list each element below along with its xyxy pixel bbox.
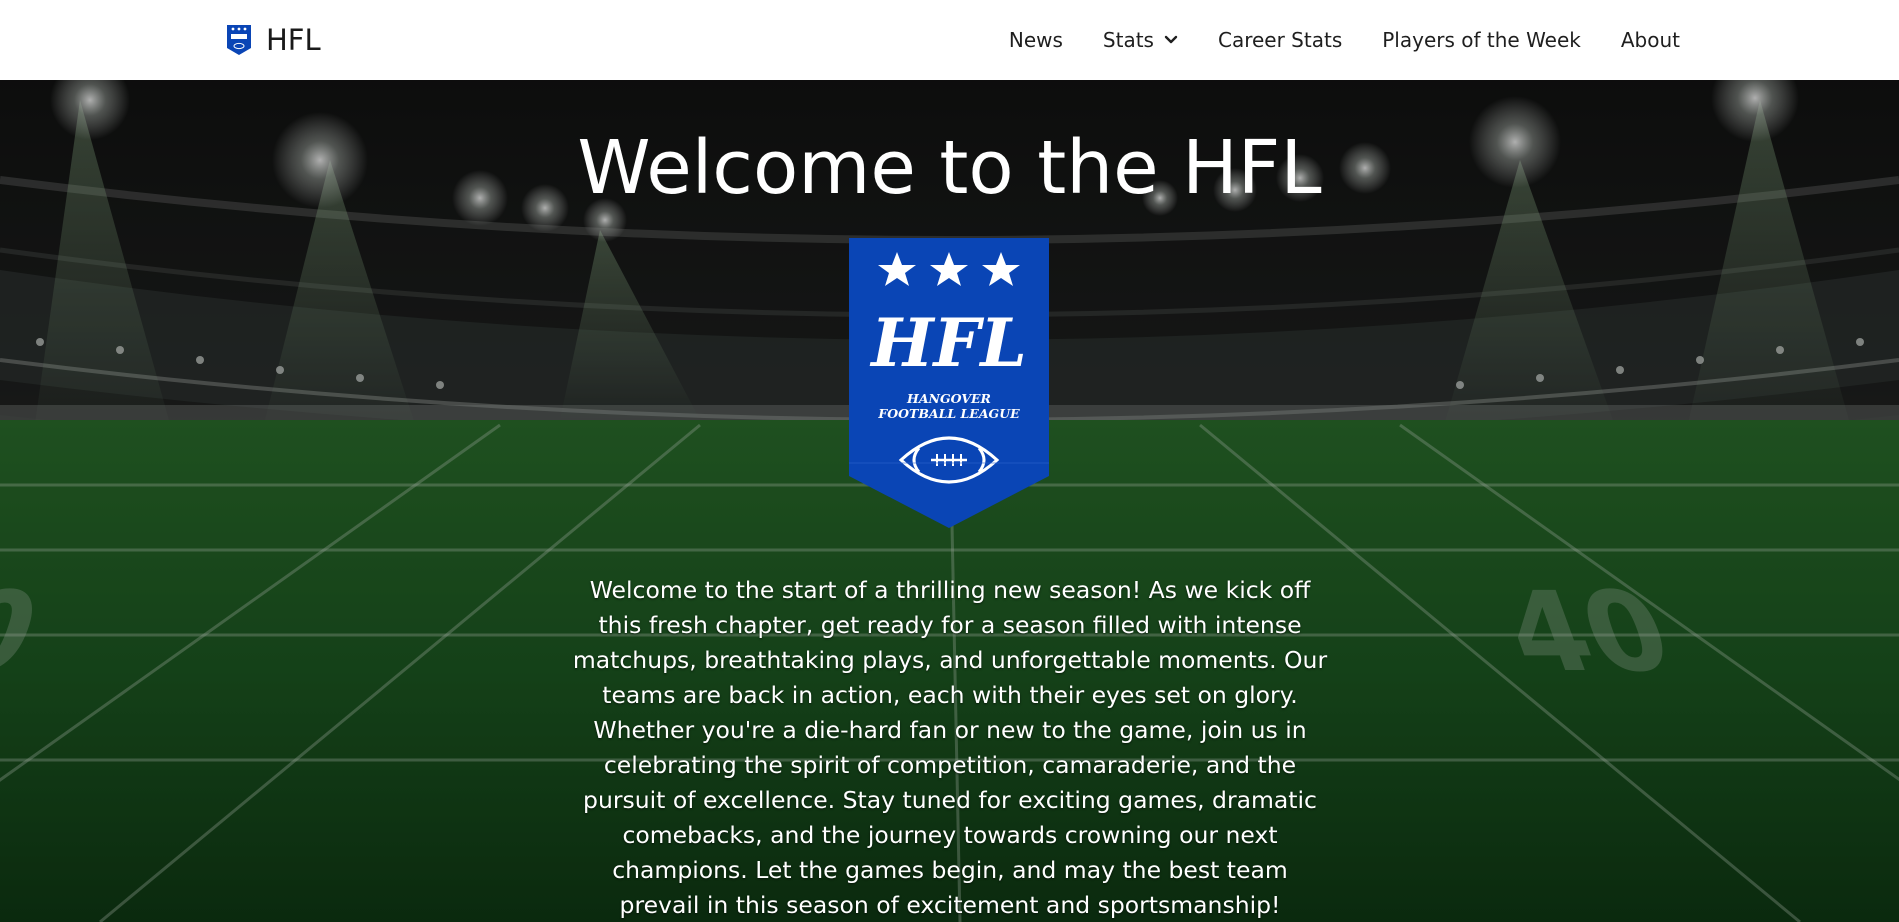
nav-about-link[interactable]: About: [1621, 28, 1680, 52]
main-nav: News Stats Career Stats Players of the W…: [1009, 0, 1680, 80]
nav-stats-label: Stats: [1102, 28, 1154, 52]
brand-name: HFL: [266, 22, 321, 57]
chevron-down-icon: [1164, 35, 1178, 44]
nav-players-of-the-week-link[interactable]: Players of the Week: [1382, 28, 1581, 52]
top-navbar: HFL News Stats Career Stats Players of t…: [0, 0, 1899, 80]
badge-subtitle-line2: FOOTBALL LEAGUE: [877, 406, 1020, 421]
badge-subtitle-line1: HANGOVER: [906, 391, 991, 406]
nav-news-link[interactable]: News: [1009, 28, 1063, 52]
nav-stats-dropdown[interactable]: Stats: [1103, 28, 1178, 52]
hfl-shield-logo-icon: [227, 25, 251, 55]
hfl-badge-logo: HFL HANGOVER FOOTBALL LEAGUE: [849, 238, 1049, 528]
brand-link[interactable]: HFL: [226, 22, 321, 58]
hero-welcome-paragraph: Welcome to the start of a thrilling new …: [572, 576, 1328, 919]
nav-career-stats-link[interactable]: Career Stats: [1218, 28, 1342, 52]
badge-text: HFL: [869, 304, 1027, 382]
hero-section: 40 40 Welcome to the HFL HFL HANGOVER FO…: [0, 80, 1899, 922]
hero-title: Welcome to the HFL: [577, 125, 1322, 211]
